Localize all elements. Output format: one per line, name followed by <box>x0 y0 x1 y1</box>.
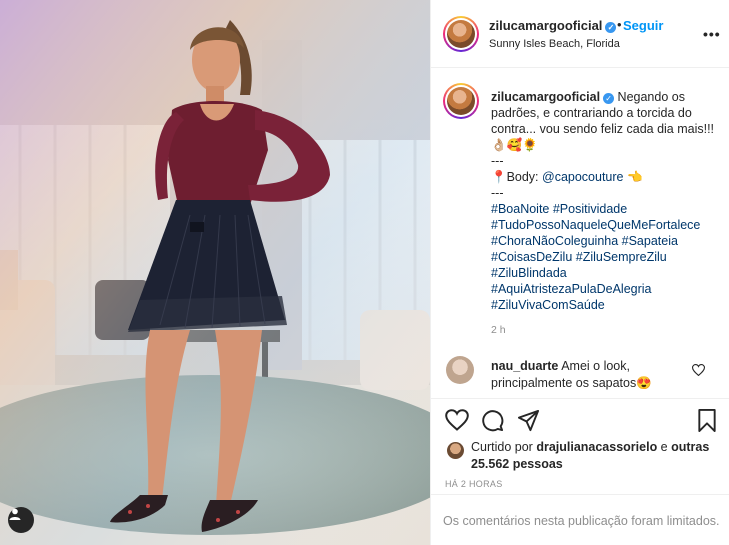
body-emoji: 👈 <box>627 170 643 184</box>
user-tag-icon[interactable] <box>8 507 34 533</box>
liked-prefix: Curtido por <box>471 440 537 454</box>
bookmark-icon[interactable] <box>697 409 717 435</box>
hashtag-line[interactable]: #ZiluBlindada <box>491 265 721 281</box>
post-timestamp[interactable]: HÁ 2 HORAS <box>445 479 503 489</box>
post-photo-illustration <box>0 0 430 545</box>
comments-footer: Os comentários nesta publicação foram li… <box>431 494 729 545</box>
hashtag-line[interactable]: #BoaNoite #Positividade <box>491 201 721 217</box>
verified-badge-icon: ✓ <box>603 93 615 104</box>
separator-dot: • <box>617 17 622 32</box>
share-icon[interactable] <box>517 409 540 435</box>
comment-icon[interactable] <box>481 409 504 435</box>
post-photo[interactable] <box>0 0 430 545</box>
caption-body-label: 📍Body: <box>491 170 543 184</box>
author-avatar[interactable] <box>443 16 479 52</box>
caption-avatar[interactable] <box>443 83 479 119</box>
hashtag-line[interactable]: #ChoraNãoColeguinha #Sapateia <box>491 233 721 249</box>
post-side-panel: zilucamargooficial ✓ • Seguir Sunny Isles… <box>430 0 729 545</box>
heart-icon[interactable] <box>445 409 469 434</box>
comment-text: nau_duarte Amei o look, principalmente o… <box>491 358 691 392</box>
author-username[interactable]: zilucamargooficial ✓ <box>489 18 617 33</box>
liked-middle: e <box>657 440 672 454</box>
commenter-username[interactable]: nau_duarte <box>491 359 558 373</box>
body-mention-link[interactable]: @capocouture <box>542 170 624 184</box>
caption-text: zilucamargooficial ✓ Negando os padrões, … <box>491 89 721 313</box>
comments-limited-notice: Os comentários nesta publicação foram li… <box>443 514 720 528</box>
commenter-avatar[interactable] <box>446 356 474 384</box>
hashtag-line[interactable]: #AquiAtristezaPulaDeAlegria <box>491 281 721 297</box>
more-options-icon[interactable]: ••• <box>703 26 721 42</box>
post-location[interactable]: Sunny Isles Beach, Florida <box>489 38 620 50</box>
hashtag-line[interactable]: #CoisasDeZilu #ZiluSempreZilu <box>491 249 721 265</box>
caption-time[interactable]: 2 h <box>491 324 506 336</box>
hashtag-line[interactable]: #TudoPossoNaqueleQueMeFortalece <box>491 217 721 233</box>
caption-area: zilucamargooficial ✓ Negando os padrões, … <box>431 69 729 399</box>
post-actions: Curtido por drajulianacassorielo e outra… <box>431 398 729 498</box>
hashtag-line[interactable]: #ZiluVivaComSaúde <box>491 297 721 313</box>
likes-summary: Curtido por drajulianacassorielo e outra… <box>471 439 721 473</box>
comment-item: nau_duarte Amei o look, principalmente o… <box>431 352 729 397</box>
caption-line-2: --- <box>491 154 504 168</box>
follow-button[interactable]: Seguir <box>623 18 663 33</box>
verified-badge-icon: ✓ <box>605 22 617 33</box>
caption-line-4: --- <box>491 186 504 200</box>
post-header: zilucamargooficial ✓ • Seguir Sunny Isles… <box>431 0 729 68</box>
author-username-text[interactable]: zilucamargooficial <box>489 18 602 33</box>
liker-username[interactable]: drajulianacassorielo <box>536 440 657 454</box>
caption-body-line: 📍Body: @capocouture 👈 <box>491 169 721 185</box>
caption-username[interactable]: zilucamargooficial <box>491 90 600 104</box>
liker-avatar[interactable] <box>447 442 464 459</box>
comment-like-icon[interactable] <box>691 364 706 379</box>
